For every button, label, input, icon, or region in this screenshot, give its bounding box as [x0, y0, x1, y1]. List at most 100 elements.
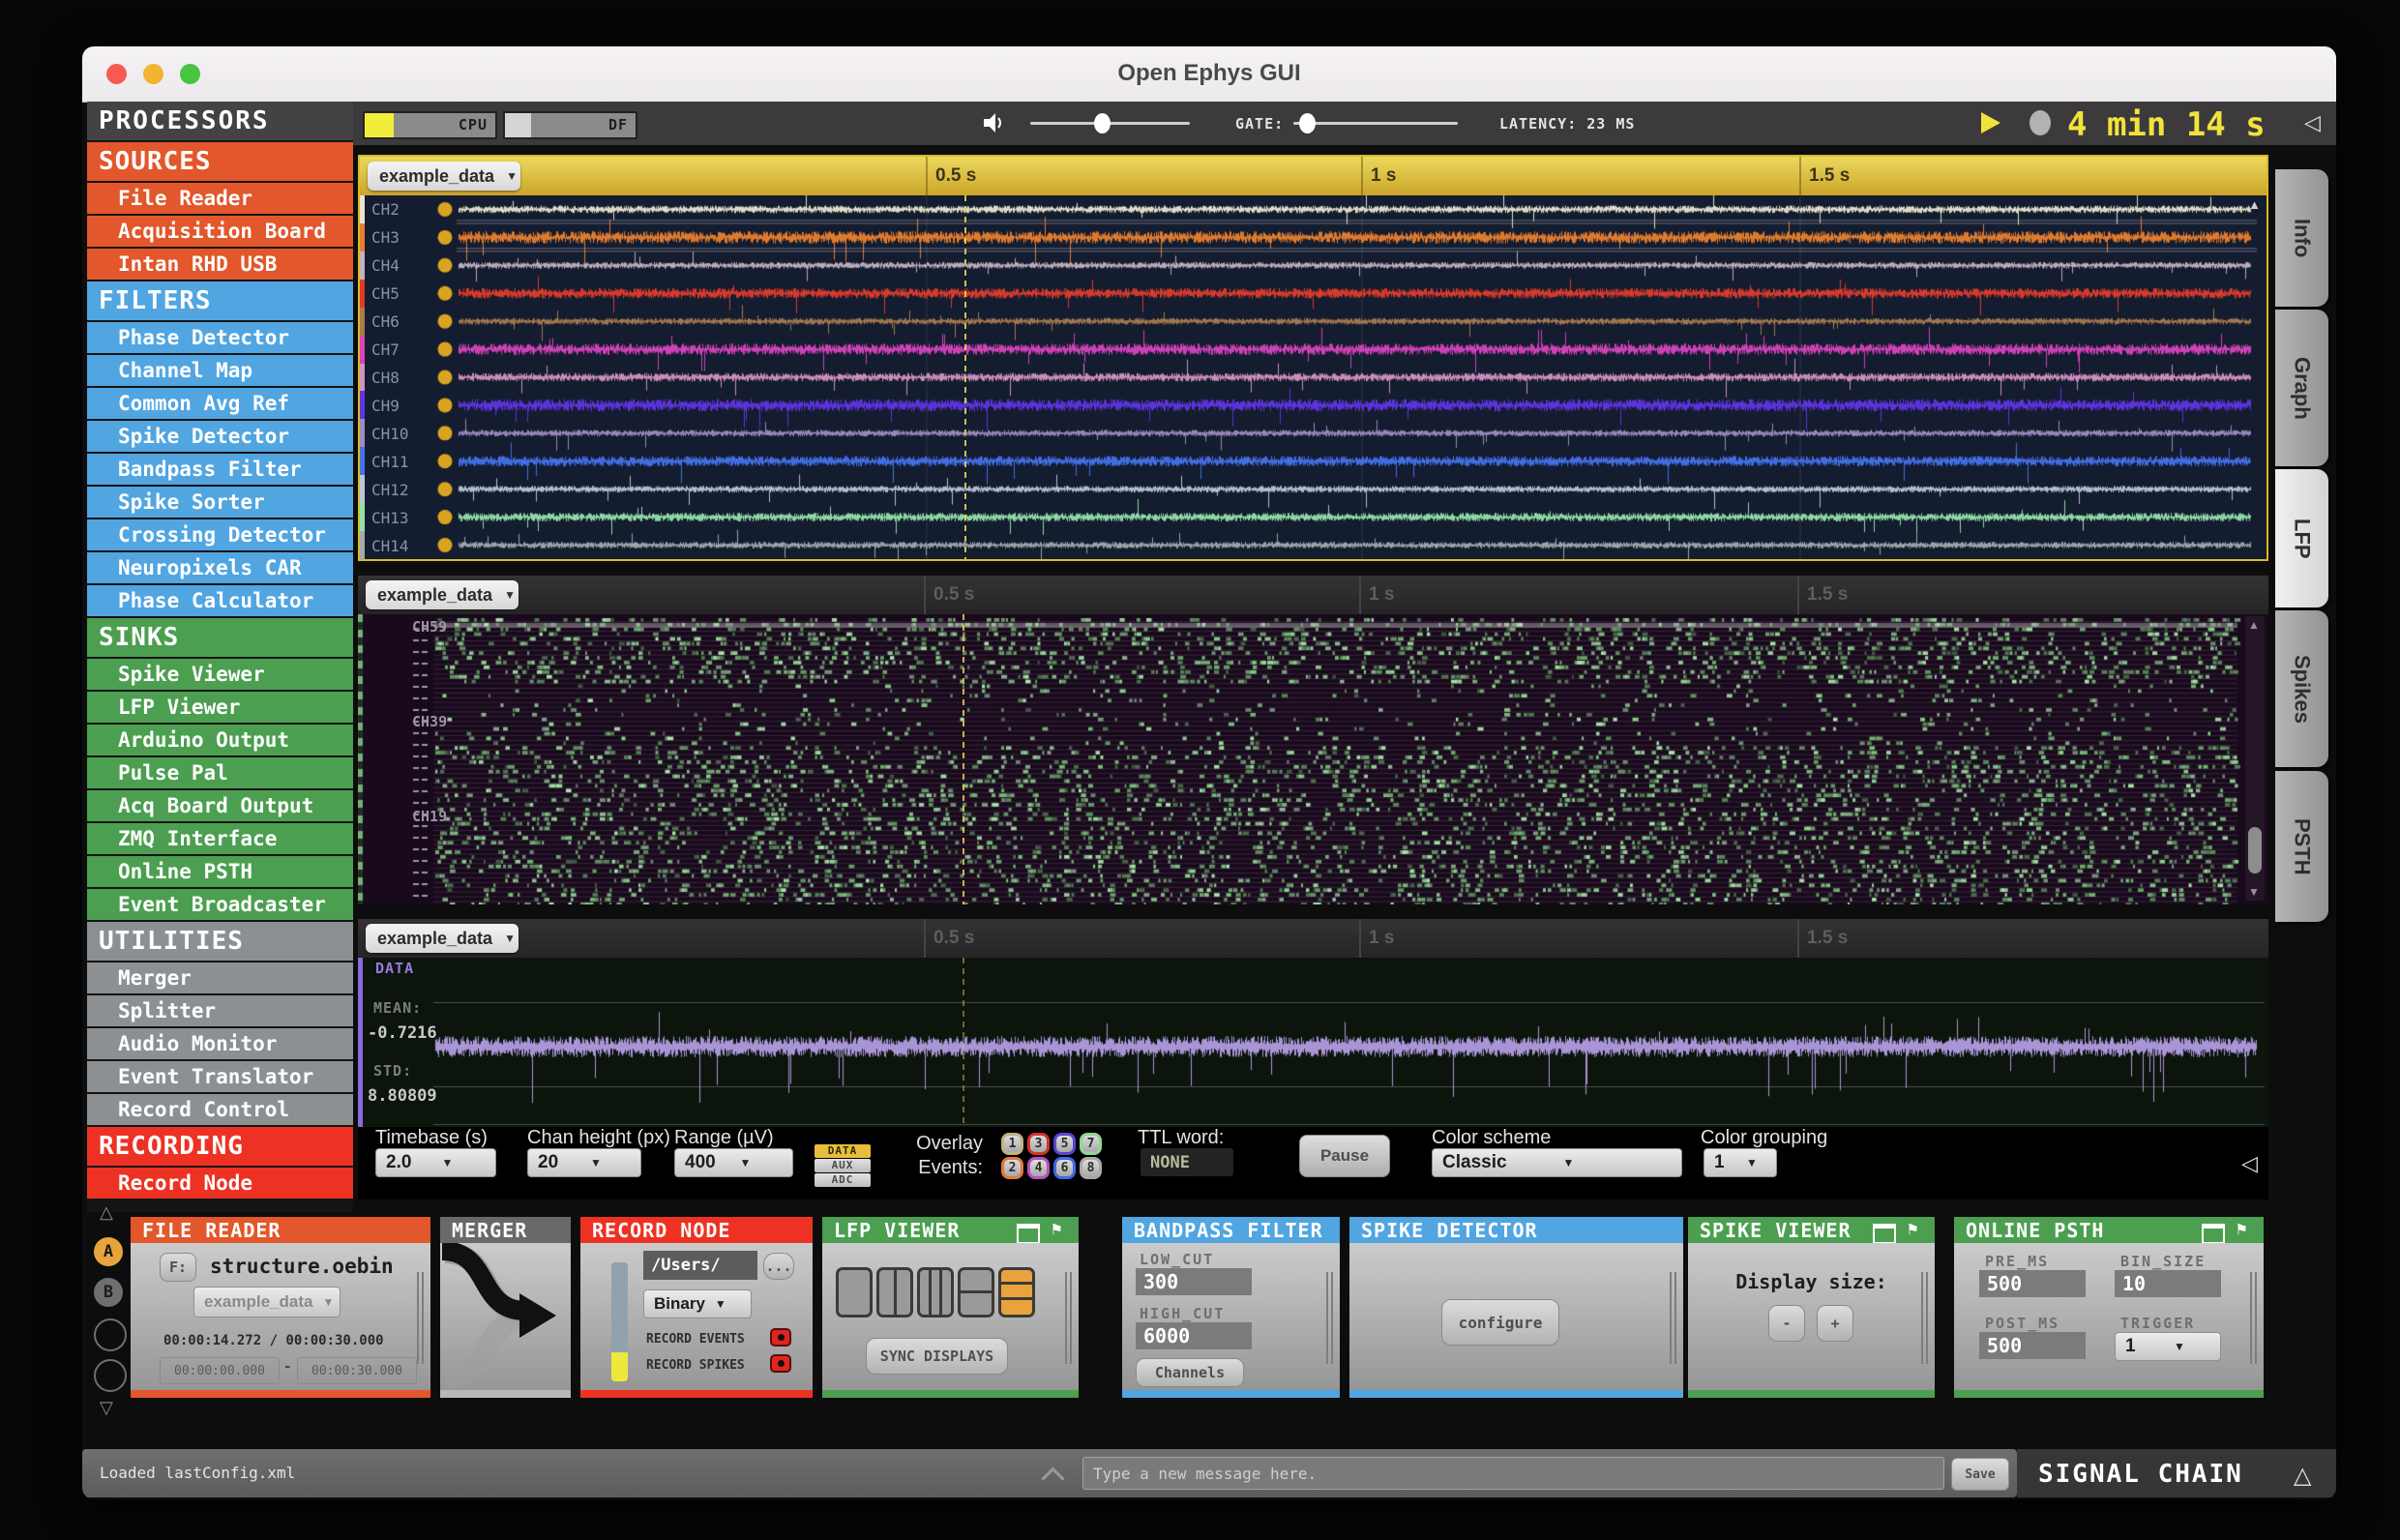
module-title[interactable]: FILE READER: [131, 1217, 430, 1243]
module-online-psth[interactable]: ONLINE PSTH ⚑ PRE_MS 500 BIN_SIZE 10 POS…: [1954, 1217, 2264, 1398]
sidebar-item-online-psth[interactable]: Online PSTH: [87, 856, 353, 887]
record-button[interactable]: [2030, 110, 2051, 135]
module-title[interactable]: BANDPASS FILTER: [1122, 1217, 1340, 1243]
sidebar-item-neuropixels-car[interactable]: Neuropixels CAR: [87, 552, 353, 583]
module-drag-handle[interactable]: [417, 1272, 425, 1364]
record-events-toggle[interactable]: [770, 1328, 791, 1347]
toolbar-collapse-arrow[interactable]: ◁: [2304, 110, 2321, 135]
chain-b-button[interactable]: B: [94, 1278, 123, 1307]
file-stream-dropdown[interactable]: example_data ▼: [193, 1287, 341, 1318]
channel-label[interactable]: CH10: [371, 425, 409, 443]
save-button[interactable]: Save: [1951, 1458, 2009, 1491]
chan-height-dropdown[interactable]: 20 ▼: [527, 1148, 641, 1177]
pin-tab-icon[interactable]: ⚑: [1051, 1221, 1063, 1238]
chain-up-arrow[interactable]: △: [100, 1202, 113, 1223]
sidebar-item-acq-board-output[interactable]: Acq Board Output: [87, 790, 353, 821]
channel-label[interactable]: CH9: [371, 397, 400, 415]
sidebar-item-event-translator[interactable]: Event Translator: [87, 1061, 353, 1092]
end-time-field[interactable]: 00:00:30.000: [297, 1357, 417, 1384]
scroll-up-icon[interactable]: ▲: [2248, 618, 2260, 632]
sidebar-item-event-broadcaster[interactable]: Event Broadcaster: [87, 889, 353, 920]
sidebar-item-splitter[interactable]: Splitter: [87, 995, 353, 1026]
overlay-event-button-2[interactable]: 2: [1001, 1157, 1023, 1179]
sidebar-item-acquisition-board[interactable]: Acquisition Board: [87, 216, 353, 247]
viewport-tab-spikes[interactable]: Spikes: [2275, 610, 2328, 767]
lfp-display-body[interactable]: ▲ CH2 CH3 CH4 CH5 CH6 CH7 CH8 CH9 CH10 CH11 CH12 CH…: [360, 195, 2267, 559]
sidebar-item-spike-sorter[interactable]: Spike Sorter: [87, 487, 353, 518]
chain-down-arrow[interactable]: ▽: [100, 1398, 113, 1418]
controls-collapse-arrow[interactable]: ◁: [2241, 1151, 2258, 1176]
module-lfp-viewer[interactable]: LFP VIEWER ⚑ SYNC DISPLAYS: [822, 1217, 1079, 1398]
record-path-field[interactable]: /Users/: [643, 1251, 757, 1280]
module-file-reader[interactable]: FILE READER F: structure.oebin example_d…: [131, 1217, 430, 1398]
scroll-down-icon[interactable]: ▼: [2248, 885, 2260, 899]
sidebar-item-pulse-pal[interactable]: Pulse Pal: [87, 757, 353, 788]
chain-a-button[interactable]: A: [94, 1237, 123, 1266]
stream-selector[interactable]: example_data ▼: [366, 924, 519, 953]
module-drag-handle[interactable]: [1326, 1272, 1334, 1364]
module-title[interactable]: MERGER: [440, 1217, 571, 1243]
layout-three-col-button[interactable]: [917, 1267, 954, 1318]
scrollbar-thumb[interactable]: [2248, 827, 2262, 874]
chain-slot-button[interactable]: [94, 1359, 127, 1392]
overlay-event-button-5[interactable]: 5: [1053, 1133, 1076, 1155]
channel-label[interactable]: CH4: [371, 256, 400, 275]
sidebar-item-audio-monitor[interactable]: Audio Monitor: [87, 1028, 353, 1059]
stream-selector[interactable]: example_data ▼: [368, 162, 520, 191]
sidebar-item-intan-rhd-usb[interactable]: Intan RHD USB: [87, 249, 353, 280]
sidebar-item-phase-detector[interactable]: Phase Detector: [87, 322, 353, 353]
color-scheme-dropdown[interactable]: Classic ▼: [1432, 1148, 1682, 1177]
sidebar-item-common-avg-ref[interactable]: Common Avg Ref: [87, 388, 353, 419]
color-grouping-dropdown[interactable]: 1 ▼: [1704, 1148, 1777, 1177]
viewport-tab-graph[interactable]: Graph: [2275, 310, 2328, 466]
layout-two-row-button[interactable]: [958, 1267, 994, 1318]
module-bandpass-filter[interactable]: BANDPASS FILTER LOW_CUT 300 HIGH_CUT 600…: [1122, 1217, 1340, 1398]
module-drag-handle[interactable]: [1921, 1272, 1929, 1364]
channel-label[interactable]: CH5: [371, 284, 400, 303]
channel-label[interactable]: CH11: [371, 453, 409, 471]
viewport-tab-psth[interactable]: PSTH: [2275, 771, 2328, 922]
open-window-icon[interactable]: [1873, 1224, 1896, 1244]
module-title[interactable]: RECORD NODE: [580, 1217, 813, 1243]
spike-raster-body[interactable]: ▲ ▼ CH59 CH39 CH19: [358, 614, 2268, 904]
pin-tab-icon[interactable]: ⚑: [1907, 1221, 1919, 1238]
sidebar-item-lfp-viewer[interactable]: LFP Viewer: [87, 692, 353, 723]
sidebar-item-crossing-detector[interactable]: Crossing Detector: [87, 519, 353, 550]
overlay-event-button-1[interactable]: 1: [1001, 1133, 1023, 1155]
bin-size-field[interactable]: 10: [2115, 1270, 2221, 1297]
sidebar-item-phase-calculator[interactable]: Phase Calculator: [87, 585, 353, 616]
overlay-event-button-7[interactable]: 7: [1080, 1133, 1102, 1155]
channel-label[interactable]: CH6: [371, 312, 400, 331]
play-button[interactable]: [1981, 112, 2000, 133]
browse-path-button[interactable]: ...: [763, 1253, 794, 1280]
file-select-button[interactable]: F:: [160, 1253, 196, 1282]
high-cut-field[interactable]: 6000: [1136, 1322, 1252, 1349]
module-spike-detector[interactable]: SPIKE DETECTOR configure: [1349, 1217, 1683, 1398]
gate-slider[interactable]: [1293, 113, 1458, 133]
sidebar-item-spike-viewer[interactable]: Spike Viewer: [87, 659, 353, 690]
timebase-dropdown[interactable]: 2.0 ▼: [375, 1148, 496, 1177]
channel-label[interactable]: CH14: [371, 537, 409, 555]
channels-button[interactable]: Channels: [1136, 1358, 1244, 1387]
sidebar-item-zmq-interface[interactable]: ZMQ Interface: [87, 823, 353, 854]
channel-label[interactable]: CH13: [371, 509, 409, 527]
module-spike-viewer[interactable]: SPIKE VIEWER ⚑ Display size: - +: [1688, 1217, 1935, 1398]
open-window-icon[interactable]: [2202, 1224, 2225, 1244]
channel-label[interactable]: CH7: [371, 341, 400, 359]
event-channel-body[interactable]: DATA MEAN: -0.7216 STD: 8.80809: [358, 958, 2268, 1127]
pin-tab-icon[interactable]: ⚑: [2236, 1221, 2248, 1238]
sidebar-item-record-control[interactable]: Record Control: [87, 1094, 353, 1125]
sidebar-item-bandpass-filter[interactable]: Bandpass Filter: [87, 454, 353, 485]
overlay-event-button-3[interactable]: 3: [1027, 1133, 1050, 1155]
module-title[interactable]: LFP VIEWER: [822, 1217, 1079, 1243]
module-record-node[interactable]: RECORD NODE /Users/ ... Binary ▼ RECORD E…: [580, 1217, 813, 1398]
overlay-event-button-6[interactable]: 6: [1053, 1157, 1076, 1179]
post-ms-field[interactable]: 500: [1979, 1332, 2086, 1359]
viewport-tab-lfp[interactable]: LFP: [2275, 469, 2328, 607]
sidebar-item-arduino-output[interactable]: Arduino Output: [87, 725, 353, 755]
message-input[interactable]: [1082, 1457, 1944, 1490]
module-title[interactable]: SPIKE DETECTOR: [1349, 1217, 1683, 1243]
volume-slider[interactable]: [1030, 113, 1190, 133]
range-dropdown[interactable]: 400 ▼: [674, 1148, 793, 1177]
overlay-event-button-4[interactable]: 4: [1027, 1157, 1050, 1179]
